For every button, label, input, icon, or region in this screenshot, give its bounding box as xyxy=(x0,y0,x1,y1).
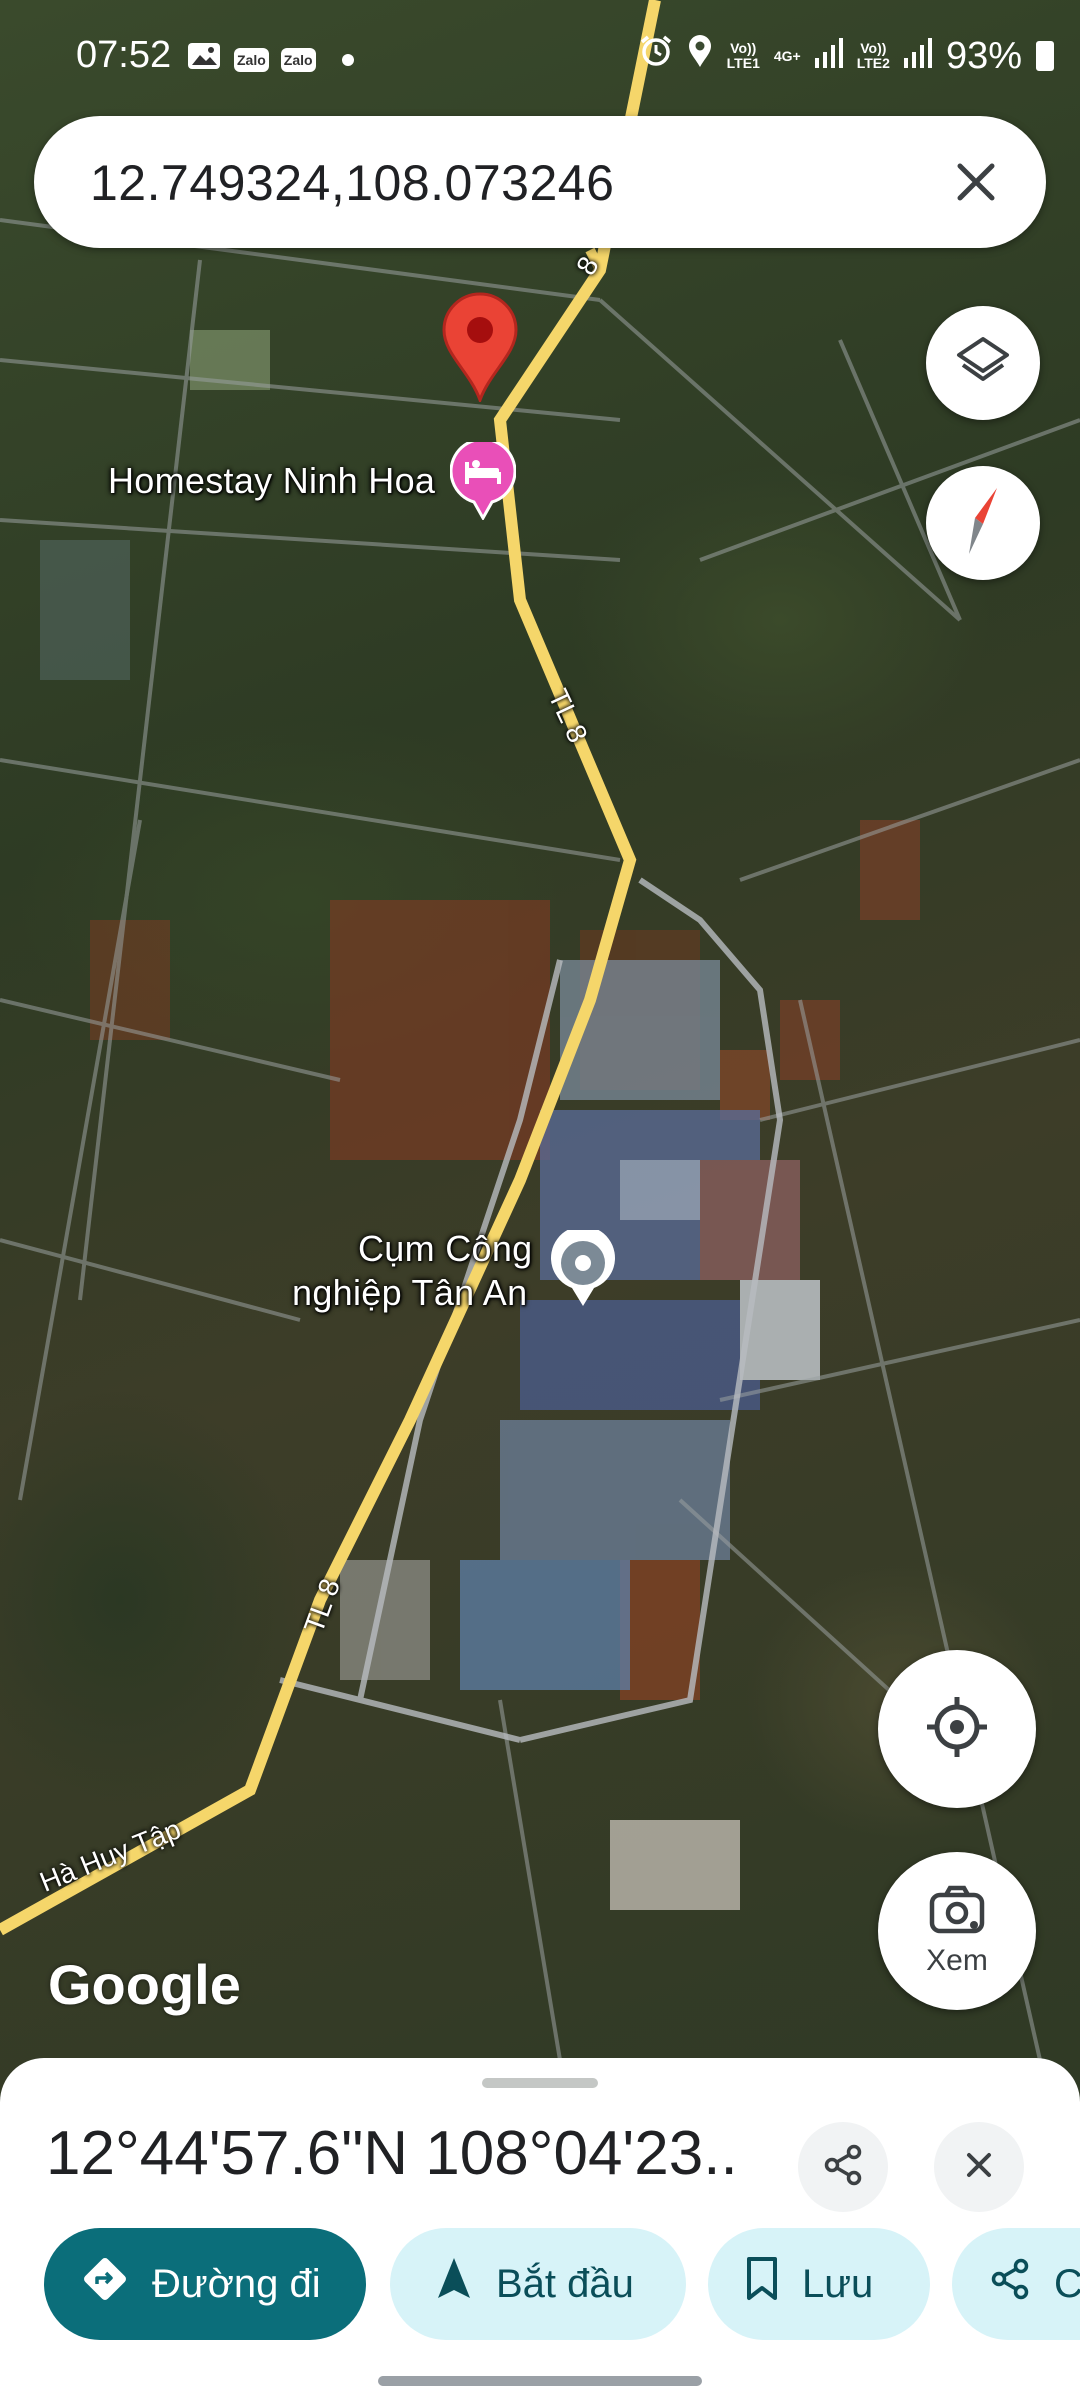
start-navigation-button[interactable]: Bắt đầu xyxy=(390,2228,686,2340)
my-location-button[interactable] xyxy=(878,1650,1036,1808)
place-bottom-sheet[interactable]: 12°44'57.6"N 108°04'23.... Đường đi Bắt … xyxy=(0,2058,1080,2400)
homestay-poi[interactable]: Homestay Ninh Hoa xyxy=(108,442,516,520)
status-time: 07:52 xyxy=(76,34,172,76)
place-marker-icon xyxy=(550,1230,616,1308)
layers-button[interactable] xyxy=(926,306,1040,420)
system-icons: Vo)) LTE1 4G+ Vo)) LTE2 93% xyxy=(639,34,1054,78)
sheet-drag-handle[interactable] xyxy=(482,2078,598,2088)
start-label: Bắt đầu xyxy=(496,2261,634,2306)
signal-icon xyxy=(903,35,932,78)
zalo-icon: Zalo xyxy=(234,47,269,72)
search-bar[interactable]: 12.749324,108.073246 xyxy=(34,116,1046,248)
share-button[interactable] xyxy=(798,2122,888,2212)
more-notifications-dot-icon xyxy=(341,53,354,66)
dropped-pin-icon[interactable] xyxy=(440,292,520,402)
directions-icon xyxy=(80,2254,152,2314)
share-chip-button[interactable]: C xyxy=(952,2228,1080,2340)
signal-icon xyxy=(814,35,843,78)
navigation-arrow-icon xyxy=(434,2256,496,2312)
save-label: Lưu xyxy=(802,2261,874,2306)
industrial-park-label-line1: Cụm Công xyxy=(358,1228,533,1269)
layers-icon xyxy=(955,333,1011,394)
compass-button[interactable] xyxy=(926,466,1040,580)
alarm-icon xyxy=(639,34,673,78)
compass-icon xyxy=(953,484,1013,563)
close-button[interactable] xyxy=(934,2122,1024,2212)
zalo-icon: Zalo xyxy=(280,47,316,72)
battery-percent: 93% xyxy=(945,34,1022,77)
close-icon xyxy=(959,2145,999,2190)
battery-icon xyxy=(1036,41,1054,71)
notification-icons: Zalo Zalo xyxy=(186,38,354,81)
lens-button[interactable]: Xem xyxy=(878,1852,1036,2010)
bookmark-icon xyxy=(744,2256,802,2312)
lens-label: Xem xyxy=(926,1943,988,1977)
share-icon xyxy=(821,2143,865,2192)
image-icon xyxy=(186,38,222,81)
lens-camera-icon xyxy=(928,1885,986,1940)
action-chips: Đường đi Bắt đầu Lưu C xyxy=(0,2228,1080,2342)
directions-button[interactable]: Đường đi xyxy=(44,2228,366,2340)
sim1-volte-label: Vo)) LTE1 xyxy=(726,40,760,71)
industrial-park-label-line2: nghiệp Tân An xyxy=(292,1272,528,1313)
status-bar: 07:52 Zalo Zalo Vo)) LTE1 4G+ Vo)) LTE2 … xyxy=(0,0,1080,110)
google-logo: Google xyxy=(48,1953,241,2016)
my-location-icon xyxy=(924,1694,990,1765)
search-input[interactable]: 12.749324,108.073246 xyxy=(90,154,614,212)
sim2-volte-label: Vo)) LTE2 xyxy=(856,40,890,71)
close-icon[interactable] xyxy=(940,146,1012,218)
homestay-label: Homestay Ninh Hoa xyxy=(108,460,436,501)
hotel-bed-icon xyxy=(449,442,516,520)
gesture-navigation-bar[interactable] xyxy=(378,2376,702,2386)
network-type-label: 4G+ xyxy=(773,47,801,64)
save-button[interactable]: Lưu xyxy=(708,2228,930,2340)
location-icon xyxy=(687,34,713,78)
coordinates-title: 12°44'57.6"N 108°04'23.... xyxy=(46,2119,736,2188)
share-icon xyxy=(988,2257,1054,2311)
share-chip-label: C xyxy=(1054,2261,1080,2306)
directions-label: Đường đi xyxy=(152,2261,321,2306)
